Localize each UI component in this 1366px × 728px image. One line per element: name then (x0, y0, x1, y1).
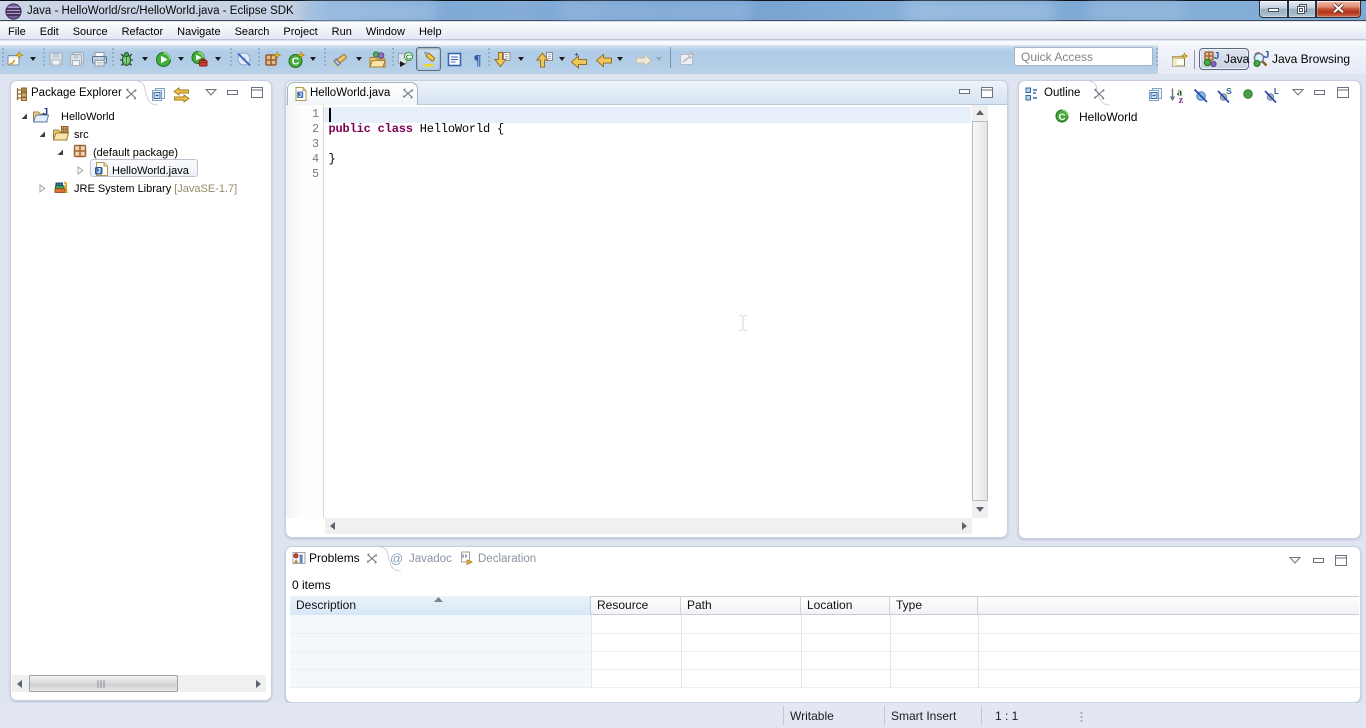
svg-text:C: C (406, 52, 412, 61)
svg-text:C: C (1059, 112, 1066, 123)
svg-text:J: J (1264, 50, 1270, 61)
svg-text:J: J (43, 107, 49, 118)
svg-text:¶: ¶ (474, 53, 482, 69)
svg-text:C: C (292, 56, 300, 68)
svg-text:L: L (1274, 87, 1279, 96)
svg-text:J: J (1214, 51, 1220, 62)
svg-text:S: S (1226, 87, 1232, 96)
svg-text:z: z (1179, 95, 1184, 103)
svg-text:J: J (298, 92, 302, 99)
svg-text:J: J (97, 168, 101, 175)
